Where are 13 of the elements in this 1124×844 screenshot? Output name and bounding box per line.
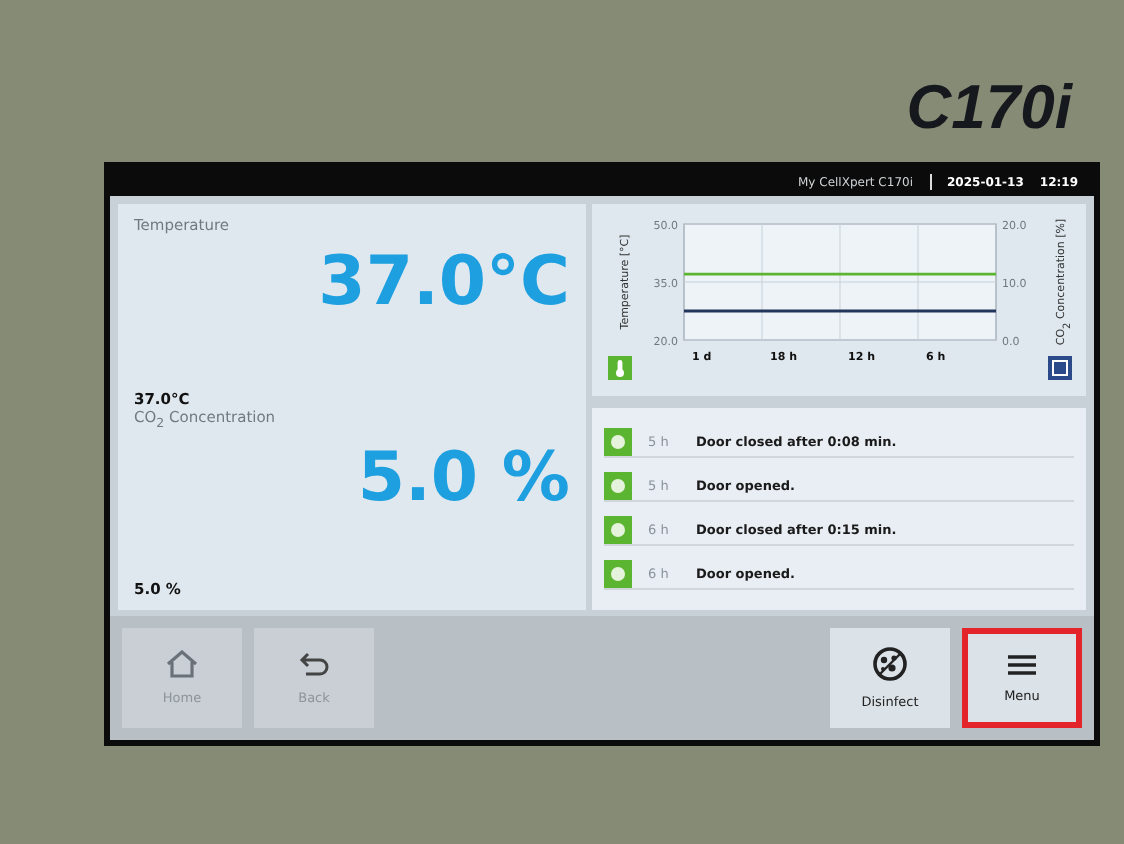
gas-icon: [1047, 356, 1071, 380]
disinfect-icon: [872, 646, 908, 682]
model-label: C170i: [906, 76, 1072, 138]
event-icon: [604, 427, 632, 456]
thermometer-icon: [607, 356, 631, 380]
menu-icon: [1008, 653, 1036, 675]
event-icon: [604, 516, 632, 545]
reading-value: 37.0°C: [318, 246, 570, 321]
event-icon: [604, 471, 632, 500]
back-arrow-icon: [298, 650, 330, 678]
home-icon: [166, 650, 198, 678]
reading-value: 5.0 %: [357, 442, 570, 517]
event-icon: [604, 560, 632, 589]
